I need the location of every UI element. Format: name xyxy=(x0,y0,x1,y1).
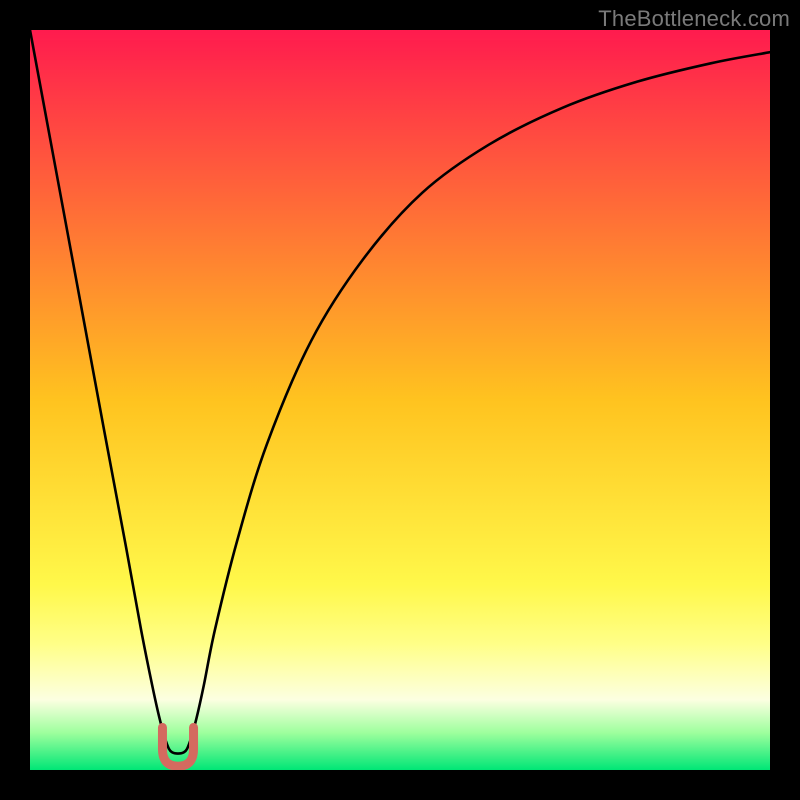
plot-area xyxy=(30,30,770,770)
gradient-background xyxy=(30,30,770,770)
chart-frame: TheBottleneck.com xyxy=(0,0,800,800)
watermark-text: TheBottleneck.com xyxy=(598,6,790,32)
chart-svg xyxy=(30,30,770,770)
